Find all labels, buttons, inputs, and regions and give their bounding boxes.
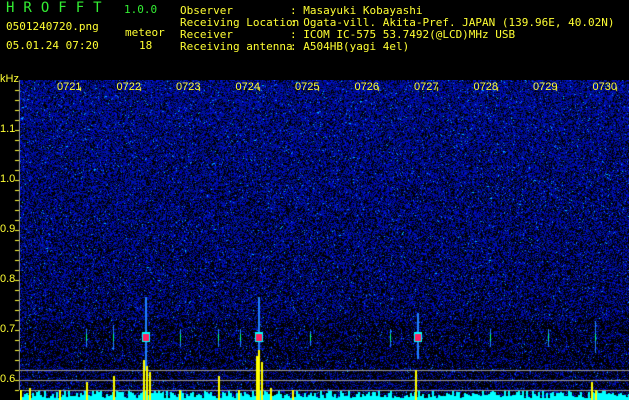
time-label: 0726 (354, 81, 379, 93)
time-label: 0723 (176, 81, 201, 93)
unit-label: kHz (0, 73, 19, 85)
waterfall-spectrogram (20, 80, 629, 400)
meteor-count: 18 (139, 39, 153, 52)
time-label: 0727 (414, 81, 439, 93)
freq-label: 0.6 (0, 373, 16, 385)
time-label: 0724 (235, 81, 260, 93)
freq-label: 0.7 (0, 323, 16, 335)
info-label-antenna: Receiving antenna (180, 40, 293, 53)
time-label: 0729 (533, 81, 558, 93)
time-label: 0730 (592, 81, 617, 93)
freq-label: 0.8 (0, 273, 16, 285)
time-label: 0722 (116, 81, 141, 93)
time-label: 0725 (295, 81, 320, 93)
time-label: 0728 (473, 81, 498, 93)
freq-label: 1.0 (0, 173, 16, 185)
info-value-antenna: : A504HB(yagi 4el) (290, 40, 410, 53)
freq-label: 1.1 (0, 123, 16, 135)
frequency-axis-ticks (0, 0, 20, 400)
meteor-label: meteor (125, 26, 165, 39)
time-label: 0721 (57, 81, 82, 93)
hrofft-window: HROFFT 1.0.0 0501240720.png 05.01.24 07:… (0, 0, 629, 400)
app-name: HROFFT (6, 0, 111, 16)
app-version: 1.0.0 (124, 3, 158, 16)
freq-label: 0.9 (0, 223, 16, 235)
